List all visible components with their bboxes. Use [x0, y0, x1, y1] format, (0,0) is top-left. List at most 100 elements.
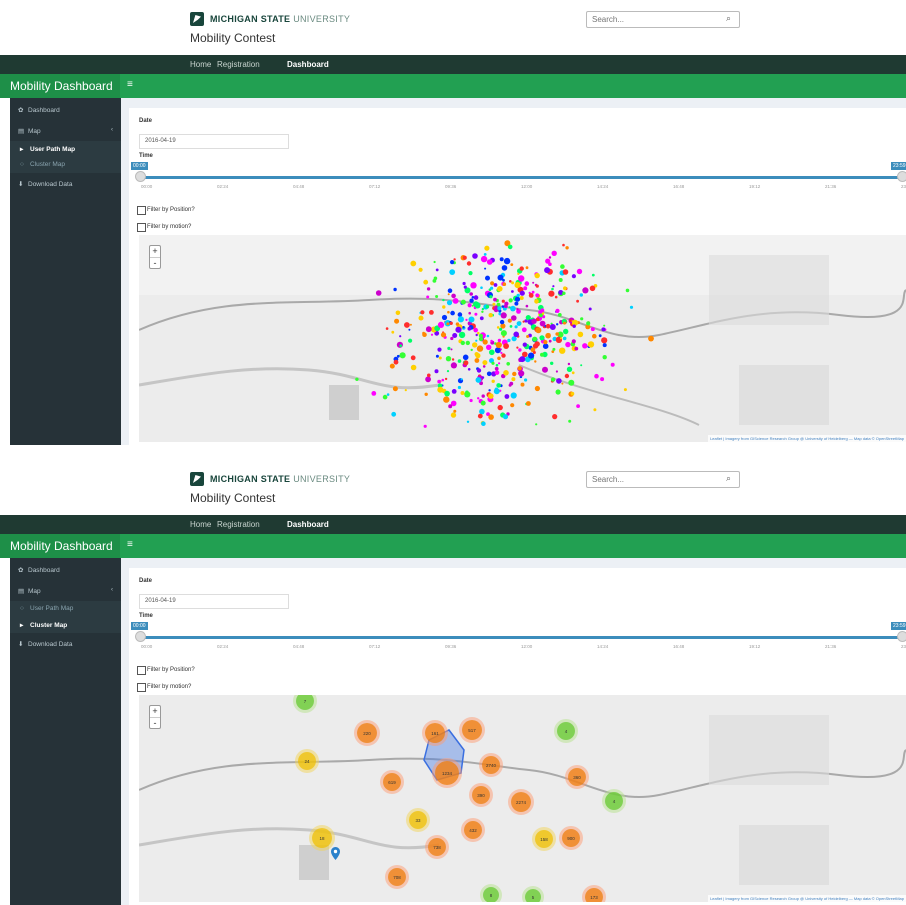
path-point	[450, 412, 457, 418]
path-point	[594, 373, 599, 379]
cluster-marker[interactable]: 18	[312, 828, 332, 848]
search-icon[interactable]: ⌕	[726, 13, 731, 24]
menu-toggle-icon[interactable]: ≡	[127, 79, 133, 90]
zoom-out-button[interactable]: -	[150, 257, 160, 268]
cluster-marker[interactable]: 173	[585, 888, 603, 902]
path-point	[648, 335, 654, 342]
cluster-marker[interactable]: 4	[557, 722, 575, 740]
cluster-marker[interactable]: 158	[535, 830, 553, 848]
cluster-marker[interactable]: 708	[388, 868, 406, 886]
content-area: Date 2016-04-19 Time 00:00 23:59 00:00 02…	[121, 558, 906, 905]
path-point	[450, 336, 454, 341]
time-slider-track[interactable]	[141, 636, 905, 639]
date-input[interactable]: 2016-04-19	[139, 594, 289, 609]
path-point	[392, 386, 398, 392]
sidebar-item-map[interactable]: ▤ Map ‹	[10, 123, 121, 139]
nav-dashboard[interactable]: Dashboard	[287, 60, 329, 69]
cluster-marker[interactable]: 8	[483, 887, 499, 902]
date-input[interactable]: 2016-04-19	[139, 134, 289, 149]
path-point	[472, 342, 478, 348]
cluster-marker[interactable]: 390	[472, 786, 490, 804]
path-point	[480, 286, 483, 289]
cluster-marker[interactable]: 738	[428, 838, 446, 856]
filter-position-checkbox[interactable]	[137, 666, 146, 675]
filter-position-checkbox[interactable]	[137, 206, 146, 215]
cluster-marker[interactable]: 4	[605, 792, 623, 810]
path-point	[460, 378, 463, 381]
menu-toggle-icon[interactable]: ≡	[127, 539, 133, 550]
msu-logo[interactable]: MICHIGAN STATE UNIVERSITY	[190, 472, 350, 486]
map-attribution[interactable]: Leaflet | Imagery from GIScience Researc…	[708, 895, 906, 902]
cluster-marker[interactable]: 2274	[511, 792, 531, 812]
sidebar-item-download[interactable]: ⬇ Download Data	[10, 176, 121, 192]
path-point	[548, 333, 551, 336]
path-point	[582, 287, 589, 294]
nav-home[interactable]: Home	[190, 520, 211, 529]
path-point	[497, 274, 504, 281]
cluster-marker[interactable]: 1234	[435, 761, 459, 785]
path-point	[425, 326, 432, 333]
path-point	[442, 305, 446, 309]
cluster-marker[interactable]: 619	[383, 773, 401, 791]
sidebar-item-dashboard[interactable]: ✿ Dashboard	[10, 102, 121, 118]
filter-motion-checkbox[interactable]	[137, 683, 146, 692]
date-label: Date	[139, 578, 153, 584]
cluster-marker[interactable]: 33	[409, 811, 427, 829]
search-icon[interactable]: ⌕	[726, 473, 731, 484]
nav-dashboard[interactable]: Dashboard	[287, 520, 329, 529]
path-point	[451, 293, 456, 299]
sidebar-item-cluster-map[interactable]: ○ Cluster Map	[10, 157, 121, 173]
path-point	[474, 352, 479, 357]
zoom-in-button[interactable]: +	[150, 706, 160, 717]
sidebar-item-download[interactable]: ⬇ Download Data	[10, 636, 121, 652]
nav-home[interactable]: Home	[190, 60, 211, 69]
map-attribution[interactable]: Leaflet | Imagery from GIScience Researc…	[708, 435, 906, 442]
path-point	[603, 324, 606, 327]
nav-registration[interactable]: Registration	[217, 60, 260, 69]
path-point	[504, 394, 510, 399]
user-path-map[interactable]: + - Leaflet | Imagery from GIScience Res…	[139, 235, 906, 442]
nav-registration[interactable]: Registration	[217, 520, 260, 529]
path-point	[559, 347, 566, 354]
cluster-marker[interactable]: 24	[298, 752, 316, 770]
cluster-marker[interactable]: 161	[425, 723, 445, 743]
path-point	[467, 326, 472, 331]
slider-handle-end[interactable]	[897, 631, 906, 642]
cluster-marker[interactable]: 517	[462, 720, 482, 740]
slider-handle-end[interactable]	[897, 171, 906, 182]
sidebar-item-user-path-map[interactable]: ▸ User Path Map	[10, 141, 121, 157]
path-point	[458, 331, 466, 339]
search-input[interactable]	[586, 11, 740, 28]
path-point	[497, 356, 501, 361]
path-point	[555, 308, 560, 313]
sidebar-item-user-path-map[interactable]: ○ User Path Map	[10, 601, 121, 617]
cluster-map[interactable]: + - 7 220 161 517 4 24 619 1234 2740 360 390 2274 4 3…	[139, 695, 906, 902]
cluster-marker[interactable]: 2740	[482, 756, 500, 774]
sidebar-item-map[interactable]: ▤ Map ‹	[10, 583, 121, 599]
sidebar-item-cluster-map[interactable]: ▸ Cluster Map	[10, 617, 121, 633]
sidebar-item-dashboard[interactable]: ✿ Dashboard	[10, 562, 121, 578]
cluster-marker[interactable]: 900	[562, 829, 580, 847]
map-marker-icon[interactable]	[331, 847, 340, 860]
filter-motion-checkbox[interactable]	[137, 223, 146, 232]
msu-logo[interactable]: MICHIGAN STATE UNIVERSITY	[190, 12, 350, 26]
time-slider-track[interactable]	[141, 176, 905, 179]
cluster-marker[interactable]: 5	[525, 889, 541, 902]
cluster-marker[interactable]: 360	[568, 768, 586, 786]
path-point	[501, 265, 508, 271]
path-point	[469, 292, 474, 296]
path-point	[448, 404, 453, 409]
zoom-out-button[interactable]: -	[150, 717, 160, 728]
path-point	[418, 267, 423, 272]
path-point	[532, 336, 538, 342]
path-point	[535, 284, 539, 288]
path-point	[437, 386, 444, 393]
cluster-marker[interactable]: 220	[357, 723, 377, 743]
zoom-in-button[interactable]: +	[150, 246, 160, 257]
cluster-marker[interactable]: 432	[464, 821, 482, 839]
slider-handle-start[interactable]	[135, 171, 146, 182]
path-point	[625, 288, 630, 293]
slider-handle-start[interactable]	[135, 631, 146, 642]
search-input[interactable]	[586, 471, 740, 488]
path-point	[565, 246, 569, 250]
